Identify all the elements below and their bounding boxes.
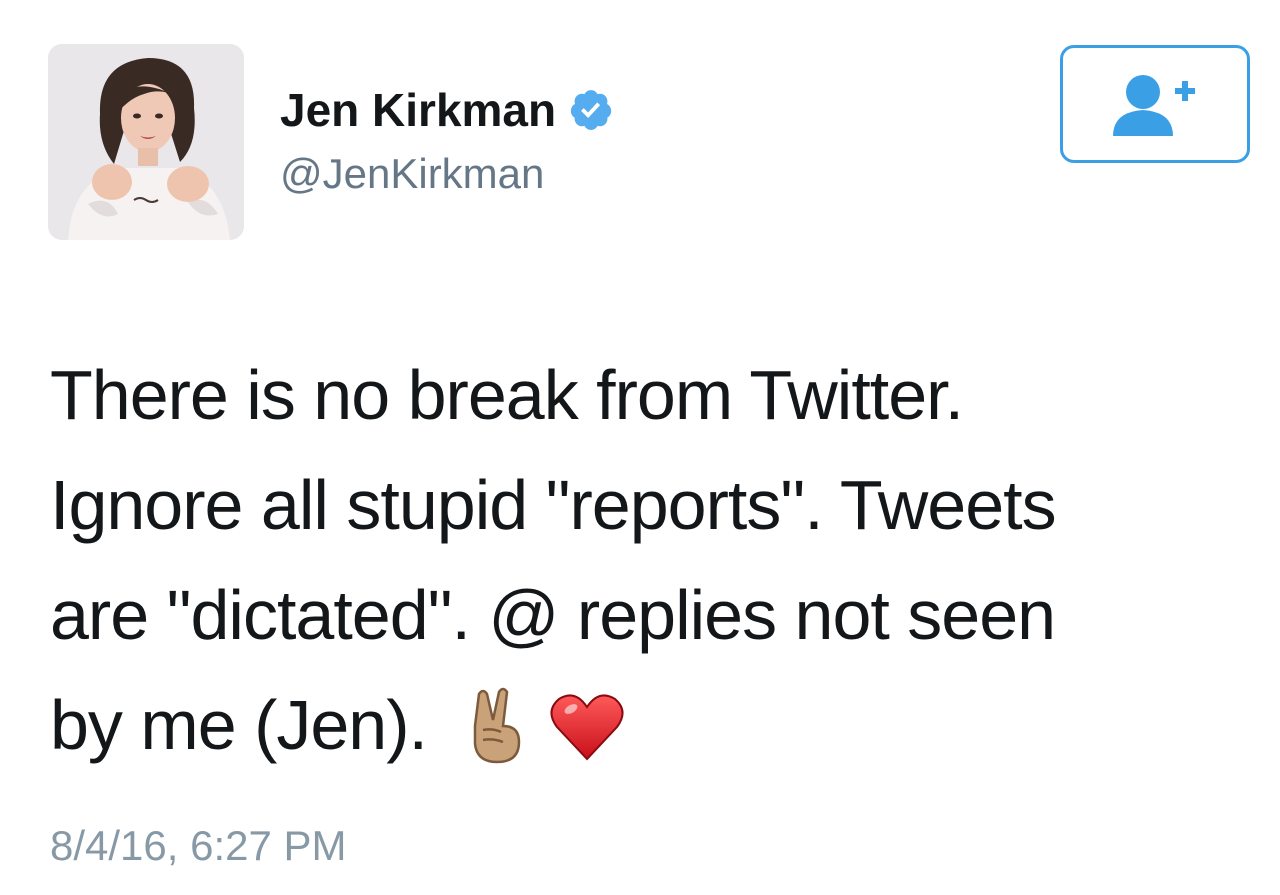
tweet-text: There is no break from Twitter. Ignore a… bbox=[50, 340, 1250, 780]
tweet-card: Jen Kirkman @JenKirkman There is no brea… bbox=[0, 0, 1280, 895]
avatar[interactable] bbox=[48, 44, 244, 240]
tweet-line-text: by me (Jen). bbox=[50, 686, 428, 764]
red-heart-icon bbox=[550, 693, 624, 760]
follow-button[interactable] bbox=[1060, 45, 1250, 163]
tweet-line: are "dictated". @ replies not seen bbox=[50, 576, 1056, 654]
display-name[interactable]: Jen Kirkman bbox=[280, 83, 556, 137]
avatar-photo-icon bbox=[48, 44, 244, 240]
tweet-line: Ignore all stupid "reports". Tweets bbox=[50, 466, 1057, 544]
author-handle[interactable]: @JenKirkman bbox=[280, 150, 544, 198]
follow-user-plus-icon bbox=[1113, 75, 1195, 136]
verified-badge-icon bbox=[571, 90, 612, 130]
victory-hand-icon bbox=[473, 687, 521, 763]
author-name-row: Jen Kirkman bbox=[280, 82, 614, 138]
tweet-timestamp[interactable]: 8/4/16, 6:27 PM bbox=[50, 822, 347, 870]
tweet-line-last: by me (Jen). bbox=[50, 670, 1250, 780]
tweet-line: There is no break from Twitter. bbox=[50, 356, 964, 434]
